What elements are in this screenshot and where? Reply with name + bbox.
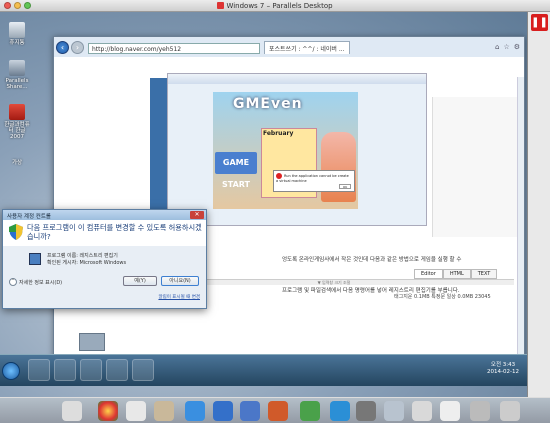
error-dialog: Run the application cannot be create a v… <box>273 170 355 192</box>
ie-tab-strip: 포스트쓰기 : ^^/ : 네이버 ... <box>264 41 351 54</box>
downloads-icon[interactable] <box>470 401 490 421</box>
favorites-icon[interactable]: ☆ <box>503 43 509 51</box>
clock[interactable]: 오전 3:43 2014-02-12 <box>487 362 519 376</box>
uac-dialog: 사용자 계정 컨트롤 ✕ 다음 프로그램이 이 컴퓨터를 변경할 수 있도록 허… <box>2 209 207 309</box>
window-title: Windows 7 – Parallels Desktop <box>0 2 550 10</box>
desktop-icon-recycle-bin[interactable]: 휴지통 <box>2 22 32 46</box>
finder-icon[interactable] <box>62 401 82 421</box>
utorrent-icon[interactable] <box>300 401 320 421</box>
taskbar-app-2[interactable] <box>132 359 154 381</box>
start-button[interactable] <box>2 362 20 380</box>
system-tray: 오전 3:43 2014-02-12 <box>373 359 523 383</box>
ie-nav-buttons: ‹ › <box>56 41 84 54</box>
word-icon[interactable] <box>240 401 260 421</box>
blog-paragraph-1: 엉도록 온라인게임사에서 작은 것인데 다음과 같은 방법으로 게임을 실행 할… <box>282 257 462 263</box>
chevron-down-icon: ˅ <box>9 278 17 286</box>
uac-heading: 다음 프로그램이 이 컴퓨터를 변경할 수 있도록 허용하시겠습니까? <box>3 220 206 246</box>
uac-body: 프로그램 이름: 레지스트리 편집기 확인된 게시자: Microsoft Wi… <box>3 246 206 308</box>
recycle-bin-icon <box>9 22 25 38</box>
attached-thumbnail[interactable] <box>79 333 105 351</box>
ie-window: ‹ › http://blog.naver.com/yeh512 포스트쓰기 :… <box>53 36 525 385</box>
embedded-browser-bar <box>168 74 426 84</box>
notes-icon[interactable] <box>154 401 174 421</box>
windows-desktop: 휴지통 Parallels Share... 한글과컴퓨터 한글 2007 가상… <box>0 12 527 397</box>
tab-editor[interactable]: Editor <box>414 269 443 279</box>
preview-icon[interactable] <box>384 401 404 421</box>
mac-dock <box>0 397 550 423</box>
gear-icon[interactable]: ⚙ <box>514 43 520 51</box>
back-icon[interactable]: ‹ <box>56 41 69 54</box>
tab-blog-post[interactable]: 포스트쓰기 : ^^/ : 네이버 ... <box>264 41 350 54</box>
shield-icon <box>9 224 23 240</box>
uac-show-details[interactable]: ˅ 자세한 정보 표시(D) <box>9 278 62 286</box>
desktop-icon-parallels-share[interactable]: Parallels Share... <box>2 60 32 90</box>
itunes-icon[interactable] <box>213 401 233 421</box>
attachment-meta: 태그지운 0.1MB 특정문 일상 0.0MB 23045 <box>394 294 491 300</box>
parallels-dock-icon[interactable] <box>440 401 460 421</box>
embedded-screenshot: GMEven GAME START February Run the appli… <box>167 73 427 226</box>
desktop-icon-virtual[interactable]: 가상 <box>2 160 32 166</box>
editor-mode-tabs: Editor HTML TEXT <box>414 269 498 279</box>
mac-title-bar: Windows 7 – Parallels Desktop <box>0 0 550 12</box>
right-panel <box>432 97 522 237</box>
ppt-icon[interactable] <box>268 401 288 421</box>
uac-close-button[interactable]: ✕ <box>190 211 204 219</box>
ie-toolbar: ⌂ ☆ ⚙ <box>495 43 520 51</box>
app-icon[interactable] <box>330 401 350 421</box>
game-start-button[interactable]: GAME START <box>215 152 257 189</box>
trash-icon[interactable] <box>500 401 520 421</box>
chrome-icon[interactable] <box>98 401 118 421</box>
address-bar[interactable]: http://blog.naver.com/yeh512 <box>88 43 260 54</box>
contacts-icon[interactable] <box>126 401 146 421</box>
tab-text[interactable]: TEXT <box>470 269 498 279</box>
game-logo: GMEven <box>233 96 303 112</box>
game-banner: GMEven GAME START February Run the appli… <box>213 92 358 209</box>
uac-program-name: 프로그램 이름: 레지스트리 편집기 <box>47 253 118 259</box>
uac-title-bar: 사용자 계정 컨트롤 ✕ <box>3 210 206 220</box>
error-ok-button[interactable]: OK <box>339 184 351 189</box>
tab-html[interactable]: HTML <box>442 269 471 279</box>
parallels-side-panel: ❚❚ <box>527 12 550 397</box>
app-store-icon[interactable] <box>185 401 205 421</box>
folder-icon <box>9 60 25 76</box>
hangul-icon <box>9 104 25 120</box>
regedit-icon <box>29 253 41 265</box>
parallels-icon <box>217 2 225 9</box>
app-icon-2[interactable] <box>356 401 376 421</box>
pause-icon[interactable]: ❚❚ <box>531 14 548 31</box>
taskbar-explorer[interactable] <box>54 359 76 381</box>
uac-yes-button[interactable]: 예(Y) <box>123 276 157 286</box>
taskbar-app[interactable] <box>106 359 128 381</box>
home-icon[interactable]: ⌂ <box>495 43 499 51</box>
windows-taskbar: 오전 3:43 2014-02-12 <box>0 354 527 386</box>
desktop-icon-hangul[interactable]: 한글과컴퓨터 한글 2007 <box>2 104 32 140</box>
uac-change-settings-link[interactable]: 알림이 표시될 때 변경 <box>158 294 200 300</box>
forward-icon[interactable]: › <box>71 41 84 54</box>
uac-publisher: 확인된 게시자: Microsoft Windows <box>47 260 127 266</box>
ie-scrollbar[interactable] <box>517 77 524 385</box>
taskbar-media[interactable] <box>80 359 102 381</box>
taskbar-ie[interactable] <box>28 359 50 381</box>
uac-no-button[interactable]: 아니요(N) <box>161 276 199 286</box>
calculator-icon[interactable] <box>412 401 432 421</box>
editor-resize-handle[interactable]: ▼ 입력창 크기 조절 <box>154 279 514 285</box>
